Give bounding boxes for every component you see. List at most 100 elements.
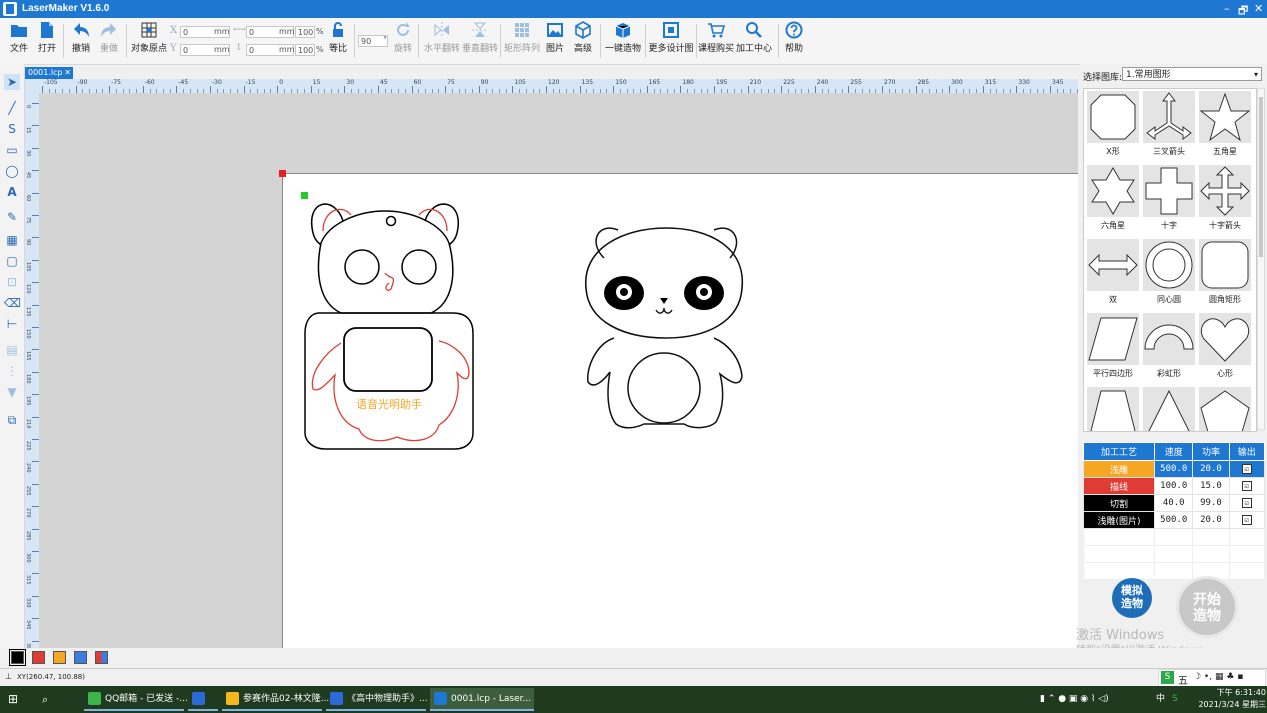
origin-marker[interactable]	[279, 170, 286, 177]
arrange-tool-icon[interactable]: ▼	[4, 384, 20, 400]
close-button[interactable]: ✕	[1254, 2, 1263, 15]
layer-power[interactable]: 20.0	[1192, 511, 1230, 529]
shape-item[interactable]: 十字箭头	[1199, 165, 1251, 235]
ellipse-tool-icon[interactable]: ◯	[4, 163, 20, 179]
layer-name[interactable]: 切割	[1082, 494, 1156, 512]
scroll-thumb[interactable]	[1259, 97, 1263, 257]
shape-item[interactable]: 平行四边形	[1087, 313, 1139, 383]
line-tool-icon[interactable]: ╱	[4, 100, 20, 116]
width-percent-field[interactable]: 100	[295, 26, 315, 38]
layer-row[interactable]: 浅雕 500.0 20.0 ☑	[1082, 460, 1266, 478]
layer-output[interactable]: ☑	[1228, 460, 1266, 478]
minimize-button[interactable]: –	[1224, 2, 1230, 15]
course-purchase-button[interactable]: 课程购买	[698, 21, 734, 54]
measure-tool-icon[interactable]: ⊢	[4, 316, 20, 332]
text-tool-icon[interactable]: A	[4, 184, 20, 200]
system-tray-icons[interactable]: ▮ ⌃ ● ▣ ◉ ⌇ ◁)	[1040, 688, 1109, 711]
select-tool-icon[interactable]: ➤	[4, 74, 20, 90]
more-designs-button[interactable]: 更多设计图	[648, 21, 694, 54]
shape-item[interactable]: 十字	[1143, 165, 1195, 235]
layer-output[interactable]: ☑	[1228, 477, 1266, 495]
ime-mode[interactable]: 五	[1178, 672, 1188, 687]
shape-item[interactable]: 五角星	[1199, 91, 1251, 161]
processing-center-button[interactable]: 加工中心	[736, 21, 772, 54]
layer-power[interactable]: 20.0	[1192, 460, 1230, 478]
help-button[interactable]: 帮助	[782, 21, 806, 54]
image-button[interactable]: 图片	[544, 21, 566, 54]
advanced-button[interactable]: 高级	[572, 21, 594, 54]
color-swatch-blue[interactable]	[74, 651, 87, 664]
shape-item[interactable]: 双	[1087, 239, 1139, 309]
layer-name[interactable]: 浅雕	[1082, 460, 1156, 478]
ratio-lock-button[interactable]: 等比	[326, 21, 350, 54]
clock[interactable]: 下午 6:31:40 2021/3/24 星期三	[1196, 687, 1266, 711]
start-button[interactable]: 开始 造物	[1176, 576, 1238, 638]
curve-tool-icon[interactable]: S	[4, 121, 20, 137]
object-origin-button[interactable]: 对象原点	[130, 21, 168, 54]
layer-output[interactable]: ☑	[1228, 494, 1266, 512]
checkbox-checked-icon[interactable]: ☑	[1241, 498, 1252, 508]
shape-item[interactable]: 六角星	[1087, 165, 1139, 235]
open-button[interactable]: 打开	[36, 21, 58, 54]
taskbar-item[interactable]: 《高中物理助手》...	[326, 688, 428, 711]
windows-start-icon[interactable]: ⊞	[8, 688, 18, 711]
shape-item[interactable]: 彩虹形	[1143, 313, 1195, 383]
canvas-area[interactable]: 语音光明助手	[39, 93, 1078, 648]
ime-options-icon[interactable]: ☽ •, ▦ ♣ ▪	[1193, 672, 1243, 682]
frame-tool-icon[interactable]: ▢	[4, 253, 20, 269]
taskbar-item[interactable]: 0001.lcp - Laser...	[430, 688, 534, 711]
onekey-make-button[interactable]: 一键造物	[604, 21, 642, 54]
shape-item[interactable]	[1199, 387, 1251, 431]
layer-speed[interactable]: 500.0	[1154, 511, 1194, 529]
shape-item[interactable]: 心形	[1199, 313, 1251, 383]
bear-artwork[interactable]: 语音光明助手	[301, 193, 481, 455]
layer-name[interactable]: 描线	[1082, 477, 1156, 495]
file-button[interactable]: 文件	[8, 21, 30, 54]
layer-name[interactable]: 浅雕(图片)	[1082, 511, 1156, 529]
pen-tool-icon[interactable]: ✎	[4, 209, 20, 225]
distribute-tool-icon[interactable]: ⋮	[4, 363, 20, 379]
shape-item[interactable]: 同心圆	[1143, 239, 1195, 309]
shape-item[interactable]: 圆角矩形	[1199, 239, 1251, 309]
taskbar-item[interactable]: 参赛作品02-林文隆...	[222, 688, 329, 711]
panda-artwork[interactable]	[574, 218, 774, 433]
layer-output[interactable]: ☑	[1228, 511, 1266, 529]
search-icon[interactable]: ⌕	[42, 688, 48, 711]
shape-library-scrollbar[interactable]	[1257, 88, 1265, 430]
simulate-button[interactable]: 模拟 造物	[1112, 578, 1152, 618]
layer-row[interactable]: 描线 100.0 15.0 ☑	[1082, 477, 1266, 495]
camera-tool-icon[interactable]: ⧉	[4, 412, 20, 428]
layer-row[interactable]: 浅雕(图片) 500.0 20.0 ☑	[1082, 511, 1266, 529]
rotate-button[interactable]: 旋转	[392, 21, 414, 54]
layer-power[interactable]: 15.0	[1192, 477, 1230, 495]
shape-item[interactable]	[1087, 387, 1139, 431]
horizontal-flip-button[interactable]: 水平翻转	[424, 21, 460, 54]
height-percent-field[interactable]: 100	[295, 44, 315, 56]
color-swatch-multi[interactable]	[95, 651, 108, 664]
library-select[interactable]: 1.常用图形 ▾	[1122, 67, 1262, 81]
layer-row[interactable]: 切割 40.0 99.0 ☑	[1082, 494, 1266, 512]
taskbar-item[interactable]: QQ邮箱 - 已发送 -...	[84, 688, 188, 711]
document-tab[interactable]: 0001.lcp ✕	[25, 67, 73, 79]
shape-item[interactable]: 三叉箭头	[1143, 91, 1195, 161]
redo-button[interactable]: 重做	[98, 21, 120, 54]
checkbox-checked-icon[interactable]: ☑	[1241, 464, 1252, 474]
checkbox-checked-icon[interactable]: ☑	[1241, 515, 1252, 525]
layer-speed[interactable]: 40.0	[1154, 494, 1194, 512]
color-swatch-black[interactable]	[9, 649, 26, 666]
color-swatch-orange[interactable]	[53, 651, 66, 664]
edit-node-tool-icon[interactable]: ⊡	[4, 274, 20, 290]
color-swatch-red[interactable]	[32, 651, 45, 664]
tab-close-icon[interactable]: ✕	[64, 67, 71, 79]
eraser-tool-icon[interactable]: ⌫	[4, 295, 21, 311]
taskbar-item[interactable]	[188, 688, 218, 711]
shape-item[interactable]: X形	[1087, 91, 1139, 161]
vertical-flip-button[interactable]: 垂直翻转	[462, 21, 498, 54]
rectangle-tool-icon[interactable]: ▭	[4, 142, 20, 158]
table-tool-icon[interactable]: ▦	[4, 232, 20, 248]
undo-button[interactable]: 撤销	[70, 21, 92, 54]
rect-array-button[interactable]: 矩形阵列	[504, 21, 540, 54]
layer-power[interactable]: 99.0	[1192, 494, 1230, 512]
shape-item[interactable]	[1143, 387, 1195, 431]
layer-speed[interactable]: 500.0	[1154, 460, 1194, 478]
